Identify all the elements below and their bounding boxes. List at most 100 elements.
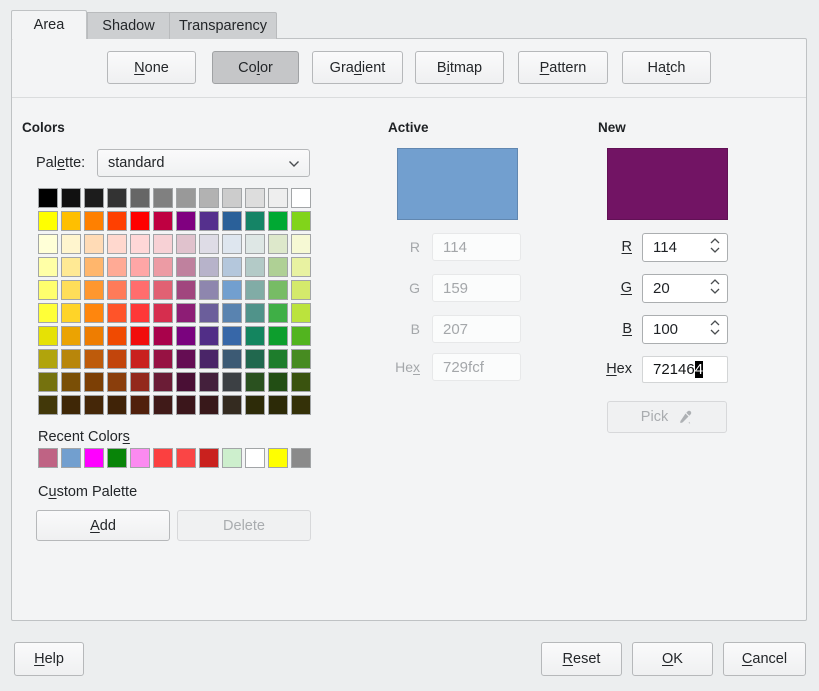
new-g-spin-arrows[interactable] bbox=[710, 279, 720, 294]
palette-swatch-r8c3[interactable] bbox=[84, 349, 104, 369]
palette-swatch-r2c6[interactable] bbox=[153, 211, 173, 231]
palette-swatch-r6c8[interactable] bbox=[199, 303, 219, 323]
palette-swatch-r10c6[interactable] bbox=[153, 395, 173, 415]
palette-swatch-r10c12[interactable] bbox=[291, 395, 311, 415]
palette-swatch-r4c5[interactable] bbox=[130, 257, 150, 277]
palette-swatch-r10c4[interactable] bbox=[107, 395, 127, 415]
palette-swatch-r8c7[interactable] bbox=[176, 349, 196, 369]
palette-swatch-r8c10[interactable] bbox=[245, 349, 265, 369]
palette-swatch-r5c8[interactable] bbox=[199, 280, 219, 300]
palette-swatch-r9c11[interactable] bbox=[268, 372, 288, 392]
palette-swatch-r9c3[interactable] bbox=[84, 372, 104, 392]
palette-swatch-r5c5[interactable] bbox=[130, 280, 150, 300]
fill-bitmap-button[interactable]: Bitmap bbox=[415, 51, 504, 84]
palette-swatch-r10c9[interactable] bbox=[222, 395, 242, 415]
palette-swatch-r5c2[interactable] bbox=[61, 280, 81, 300]
palette-swatch-r9c2[interactable] bbox=[61, 372, 81, 392]
palette-swatch-r2c10[interactable] bbox=[245, 211, 265, 231]
palette-swatch-r7c8[interactable] bbox=[199, 326, 219, 346]
new-b-spinbox[interactable]: 100 bbox=[642, 315, 728, 344]
palette-swatch-r6c3[interactable] bbox=[84, 303, 104, 323]
palette-swatch-r9c12[interactable] bbox=[291, 372, 311, 392]
palette-swatch-r1c5[interactable] bbox=[130, 188, 150, 208]
palette-swatch-r4c8[interactable] bbox=[199, 257, 219, 277]
palette-swatch-r3c4[interactable] bbox=[107, 234, 127, 254]
recent-color-swatch-10[interactable] bbox=[245, 448, 265, 468]
add-button[interactable]: Add bbox=[36, 510, 170, 541]
new-r-spin-arrows[interactable] bbox=[710, 238, 720, 253]
recent-color-swatch-2[interactable] bbox=[61, 448, 81, 468]
tab-area[interactable]: Area bbox=[11, 10, 87, 39]
cancel-button[interactable]: Cancel bbox=[723, 642, 806, 676]
fill-hatch-button[interactable]: Hatch bbox=[622, 51, 711, 84]
palette-swatch-r1c1[interactable] bbox=[38, 188, 58, 208]
palette-swatch-r8c8[interactable] bbox=[199, 349, 219, 369]
palette-swatch-r2c2[interactable] bbox=[61, 211, 81, 231]
palette-swatch-r5c12[interactable] bbox=[291, 280, 311, 300]
palette-swatch-r10c3[interactable] bbox=[84, 395, 104, 415]
palette-swatch-r8c5[interactable] bbox=[130, 349, 150, 369]
palette-swatch-r4c11[interactable] bbox=[268, 257, 288, 277]
palette-swatch-r2c1[interactable] bbox=[38, 211, 58, 231]
recent-color-swatch-11[interactable] bbox=[268, 448, 288, 468]
palette-swatch-r2c7[interactable] bbox=[176, 211, 196, 231]
palette-swatch-r1c9[interactable] bbox=[222, 188, 242, 208]
palette-swatch-r4c6[interactable] bbox=[153, 257, 173, 277]
fill-gradient-button[interactable]: Gradient bbox=[312, 51, 403, 84]
palette-swatch-r10c8[interactable] bbox=[199, 395, 219, 415]
palette-swatch-r1c10[interactable] bbox=[245, 188, 265, 208]
palette-swatch-r5c6[interactable] bbox=[153, 280, 173, 300]
palette-swatch-r4c7[interactable] bbox=[176, 257, 196, 277]
recent-color-swatch-8[interactable] bbox=[199, 448, 219, 468]
palette-swatch-r5c11[interactable] bbox=[268, 280, 288, 300]
palette-swatch-r10c11[interactable] bbox=[268, 395, 288, 415]
palette-swatch-r10c5[interactable] bbox=[130, 395, 150, 415]
tab-transparency[interactable]: Transparency bbox=[169, 12, 277, 39]
recent-color-swatch-9[interactable] bbox=[222, 448, 242, 468]
palette-swatch-r6c1[interactable] bbox=[38, 303, 58, 323]
recent-color-swatch-3[interactable] bbox=[84, 448, 104, 468]
palette-swatch-r6c10[interactable] bbox=[245, 303, 265, 323]
palette-swatch-r1c11[interactable] bbox=[268, 188, 288, 208]
palette-swatch-r2c8[interactable] bbox=[199, 211, 219, 231]
recent-color-swatch-5[interactable] bbox=[130, 448, 150, 468]
new-hex-input[interactable]: 721464 bbox=[642, 356, 728, 383]
recent-color-swatch-12[interactable] bbox=[291, 448, 311, 468]
palette-swatch-r2c9[interactable] bbox=[222, 211, 242, 231]
palette-swatch-r6c6[interactable] bbox=[153, 303, 173, 323]
palette-swatch-r9c8[interactable] bbox=[199, 372, 219, 392]
reset-button[interactable]: Reset bbox=[541, 642, 622, 676]
palette-swatch-r10c10[interactable] bbox=[245, 395, 265, 415]
palette-swatch-r9c4[interactable] bbox=[107, 372, 127, 392]
palette-swatch-r1c3[interactable] bbox=[84, 188, 104, 208]
new-g-spinbox[interactable]: 20 bbox=[642, 274, 728, 303]
palette-swatch-r7c4[interactable] bbox=[107, 326, 127, 346]
palette-swatch-r3c12[interactable] bbox=[291, 234, 311, 254]
tab-shadow[interactable]: Shadow bbox=[87, 12, 169, 39]
palette-swatch-r2c3[interactable] bbox=[84, 211, 104, 231]
palette-swatch-r1c4[interactable] bbox=[107, 188, 127, 208]
palette-swatch-r6c12[interactable] bbox=[291, 303, 311, 323]
recent-color-swatch-6[interactable] bbox=[153, 448, 173, 468]
palette-swatch-r6c9[interactable] bbox=[222, 303, 242, 323]
palette-swatch-r7c2[interactable] bbox=[61, 326, 81, 346]
palette-swatch-r4c9[interactable] bbox=[222, 257, 242, 277]
palette-swatch-r6c11[interactable] bbox=[268, 303, 288, 323]
palette-swatch-r8c2[interactable] bbox=[61, 349, 81, 369]
ok-button[interactable]: OK bbox=[632, 642, 713, 676]
palette-swatch-r5c10[interactable] bbox=[245, 280, 265, 300]
palette-swatch-r9c5[interactable] bbox=[130, 372, 150, 392]
palette-swatch-r4c4[interactable] bbox=[107, 257, 127, 277]
palette-swatch-r8c9[interactable] bbox=[222, 349, 242, 369]
palette-swatch-r10c1[interactable] bbox=[38, 395, 58, 415]
palette-swatch-r1c6[interactable] bbox=[153, 188, 173, 208]
palette-swatch-r9c6[interactable] bbox=[153, 372, 173, 392]
palette-swatch-r4c2[interactable] bbox=[61, 257, 81, 277]
palette-swatch-r2c5[interactable] bbox=[130, 211, 150, 231]
palette-swatch-r3c7[interactable] bbox=[176, 234, 196, 254]
palette-swatch-r3c2[interactable] bbox=[61, 234, 81, 254]
new-r-spinbox[interactable]: 114 bbox=[642, 233, 728, 262]
palette-swatch-r3c8[interactable] bbox=[199, 234, 219, 254]
palette-swatch-r4c12[interactable] bbox=[291, 257, 311, 277]
palette-swatch-r8c4[interactable] bbox=[107, 349, 127, 369]
